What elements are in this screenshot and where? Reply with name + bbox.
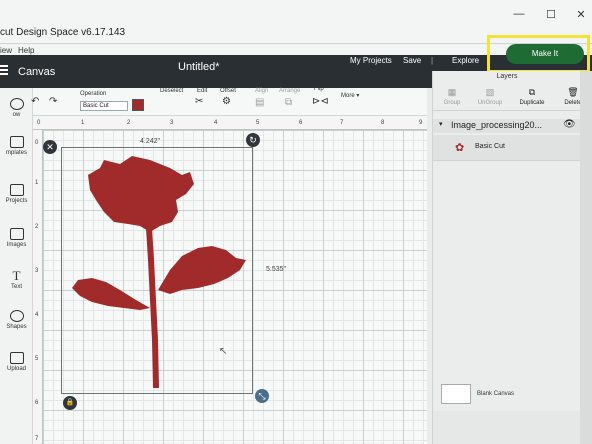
ungroup-button[interactable]: ▧ UnGroup (475, 87, 505, 106)
duplicate-icon: ⧉ (528, 87, 536, 97)
tool-label: Duplicate (519, 100, 545, 106)
tool-label: UnGroup (477, 100, 503, 106)
delete-handle-icon[interactable]: ✕ (43, 140, 57, 154)
layers-bottom-toolbar (433, 411, 581, 444)
layer-group-row[interactable]: ▾ Image_processing20... 👁 (433, 119, 581, 133)
layers-toolbar: ▦ Group ▧ UnGroup ⧉ Duplicate 🗑 Delete (433, 85, 582, 111)
app-window: cut Design Space v6.17.143 — ☐ ✕ iew Hel… (0, 0, 592, 444)
layer-item-row[interactable]: ✿ Basic Cut (433, 135, 581, 161)
collapse-caret-icon[interactable]: ▾ (439, 120, 443, 128)
tool-label: Group (443, 100, 461, 106)
rose-thumbnail-icon: ✿ (455, 142, 465, 154)
layers-title: Layers (496, 73, 518, 80)
visibility-eye-icon[interactable]: 👁 (563, 119, 576, 130)
resize-handle-icon[interactable]: ⤡ (255, 389, 269, 403)
right-edge-scrollbar[interactable] (580, 71, 592, 444)
height-dimension-label: 5.535" (266, 266, 287, 273)
mouse-cursor-icon: ↖ (219, 346, 228, 357)
layers-panel: Layers ▦ Group ▧ UnGroup ⧉ Duplicate 🗑 D… (432, 71, 582, 444)
group-button[interactable]: ▦ Group (437, 87, 467, 106)
blank-canvas-swatch[interactable] (441, 384, 471, 404)
layer-group-name: Image_processing20... (451, 120, 543, 130)
group-icon: ▦ (447, 87, 457, 97)
blank-canvas-label: Blank Canvas (477, 391, 515, 397)
layer-item-label: Basic Cut (475, 143, 505, 150)
rotate-handle-icon[interactable]: ↻ (246, 133, 260, 147)
width-dimension-label: 4.242" (140, 138, 161, 145)
duplicate-button[interactable]: ⧉ Duplicate (517, 87, 547, 106)
ungroup-icon: ▧ (485, 87, 495, 97)
lock-handle-icon[interactable]: 🔒 (63, 396, 77, 410)
